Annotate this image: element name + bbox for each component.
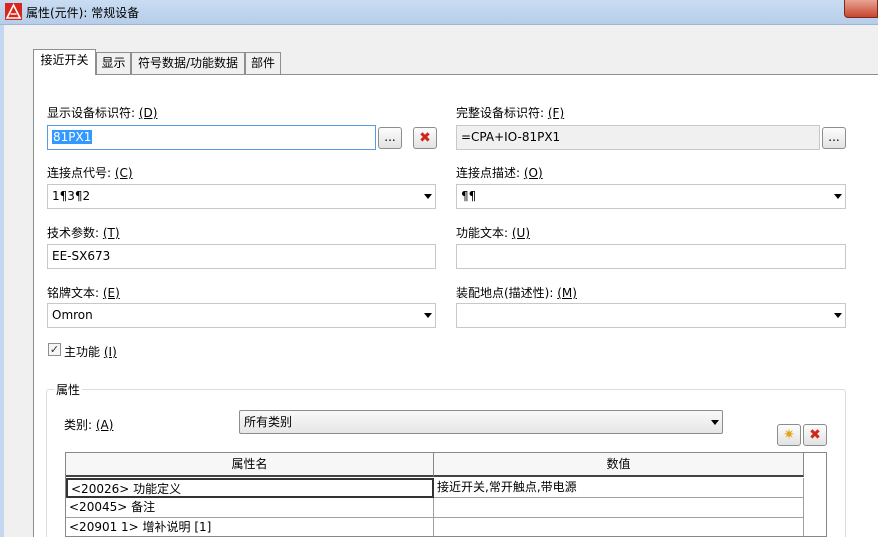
- full-dt-browse-button[interactable]: ...: [822, 127, 846, 149]
- table-cell-value[interactable]: [434, 518, 804, 536]
- properties-group-title: 属性: [54, 381, 83, 398]
- table-cell-value[interactable]: 接近开关,常开触点,带电源: [434, 478, 804, 498]
- nameplate-combobox[interactable]: Omron: [47, 303, 436, 328]
- main-function-checkbox[interactable]: ✓: [48, 343, 61, 356]
- app-icon: [5, 3, 22, 20]
- title-bar: 属性(元件): 常规设备: [0, 0, 878, 25]
- table-cell-name[interactable]: <20026> 功能定义: [66, 478, 434, 498]
- display-dt-label: 显示设备标识符: (D): [47, 106, 158, 120]
- table-cell-name[interactable]: <20901 1> 增补说明 [1]: [66, 518, 434, 536]
- mount-location-label: 装配地点(描述性): (M): [456, 286, 577, 300]
- red-x-icon: ✖: [809, 427, 821, 443]
- nameplate-label: 铭牌文本: (E): [47, 286, 120, 300]
- new-property-button[interactable]: ✷: [777, 424, 801, 446]
- display-dt-input[interactable]: 81PX1: [47, 125, 376, 150]
- mount-location-combobox[interactable]: [456, 303, 846, 328]
- column-header-value[interactable]: 数值: [434, 453, 804, 477]
- category-label: 类别: (A): [64, 418, 114, 432]
- conn-desc-combobox[interactable]: ¶¶: [456, 184, 846, 209]
- display-dt-browse-button[interactable]: ...: [378, 127, 402, 149]
- close-window-button[interactable]: [844, 0, 878, 18]
- table-cell-name[interactable]: <20045> 备注: [66, 498, 434, 518]
- table-cell-value[interactable]: [434, 498, 804, 518]
- tab-display[interactable]: 显示: [96, 52, 131, 74]
- conn-code-combobox[interactable]: 1¶3¶2: [47, 184, 436, 209]
- main-function-label[interactable]: 主功能 (I): [64, 343, 117, 360]
- tech-params-label: 技术参数: (T): [47, 226, 120, 240]
- chevron-down-icon[interactable]: [424, 194, 432, 199]
- function-text-input[interactable]: [456, 244, 846, 269]
- full-dt-label: 完整设备标识符: (F): [456, 106, 565, 120]
- tab-proximity-switch[interactable]: 接近开关: [33, 49, 96, 75]
- conn-desc-label: 连接点描述: (O): [456, 166, 543, 180]
- category-combobox[interactable]: 所有类别: [239, 410, 723, 434]
- delete-property-button[interactable]: ✖: [803, 424, 827, 446]
- chevron-down-icon[interactable]: [834, 313, 842, 318]
- properties-table[interactable]: 属性名 数值 <20026> 功能定义 接近开关,常开触点,带电源 <20045…: [65, 452, 827, 537]
- red-x-icon: ✖: [419, 130, 431, 146]
- column-header-property-name[interactable]: 属性名: [66, 453, 434, 477]
- chevron-down-icon[interactable]: [711, 420, 719, 425]
- tab-symbol-function-data[interactable]: 符号数据/功能数据: [131, 52, 245, 74]
- chevron-down-icon[interactable]: [424, 313, 432, 318]
- tab-parts[interactable]: 部件: [245, 52, 281, 74]
- checkmark-icon: ✓: [49, 343, 60, 356]
- chevron-down-icon[interactable]: [834, 194, 842, 199]
- display-dt-clear-button[interactable]: ✖: [413, 127, 437, 149]
- window-title: 属性(元件): 常规设备: [26, 6, 140, 20]
- conn-code-label: 连接点代号: (C): [47, 166, 133, 180]
- new-star-icon: ✷: [783, 427, 795, 443]
- function-text-label: 功能文本: (U): [456, 226, 531, 240]
- full-dt-field: =CPA+IO-81PX1: [456, 125, 820, 150]
- tech-params-input[interactable]: EE-SX673: [47, 244, 436, 269]
